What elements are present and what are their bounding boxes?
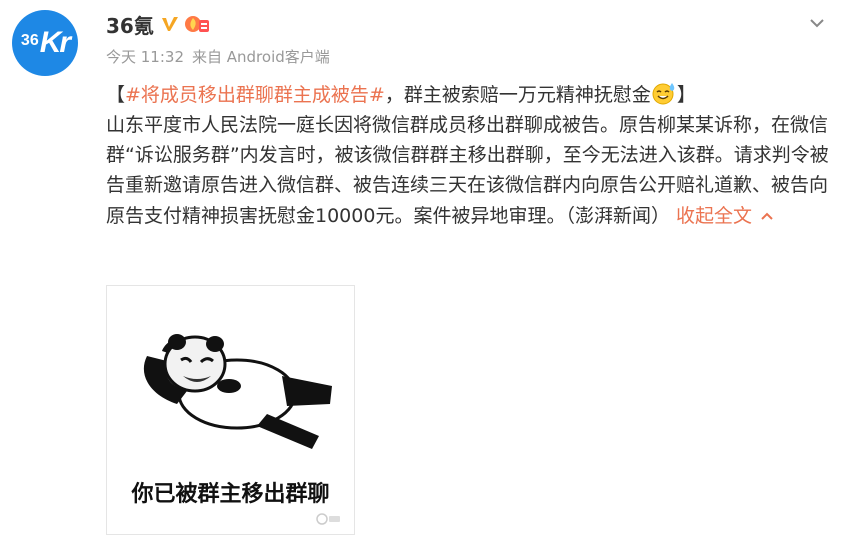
open-bracket: 【 <box>106 84 126 106</box>
verified-v-icon <box>159 14 180 34</box>
hashtag-link[interactable]: #将成员移出群聊群主成被告# <box>125 84 385 106</box>
avatar-logo-36: 36 <box>20 32 39 49</box>
post-content: 【#将成员移出群聊群主成被告#，群主被索赔一万元精神抚慰金】 山东平度市人民法院… <box>106 80 846 231</box>
chevron-down-icon[interactable] <box>808 14 826 32</box>
sweat-smile-emoji-icon <box>651 81 677 105</box>
post-source: 来自 Android客户端 <box>192 48 330 66</box>
avatar[interactable]: 36 Kr <box>12 10 78 76</box>
post-time[interactable]: 今天 11:32 <box>106 46 184 67</box>
chevron-up-icon <box>760 200 774 220</box>
fire-badge-icon <box>184 14 210 34</box>
collapse-button[interactable]: 收起全文 <box>676 205 774 227</box>
panda-meme-illustration <box>143 334 332 449</box>
close-bracket: 】 <box>676 84 696 106</box>
name-row: 36氪 <box>106 10 836 39</box>
watermark-icon <box>316 513 342 528</box>
post-meta: 今天 11:32 来自 Android客户端 <box>106 46 836 67</box>
post-image[interactable]: 你已被群主移出群聊 <box>106 285 355 535</box>
user-name[interactable]: 36氪 <box>106 10 154 39</box>
meme-caption: 你已被群主移出群聊 <box>131 482 330 507</box>
collapse-label: 收起全文 <box>675 205 752 227</box>
avatar-logo-kr: Kr <box>39 26 71 59</box>
post-header: 36氪 今天 11:32 来自 Android客户端 <box>106 12 836 72</box>
headline-text: ，群主被索赔一万元精神抚慰金 <box>384 84 651 106</box>
